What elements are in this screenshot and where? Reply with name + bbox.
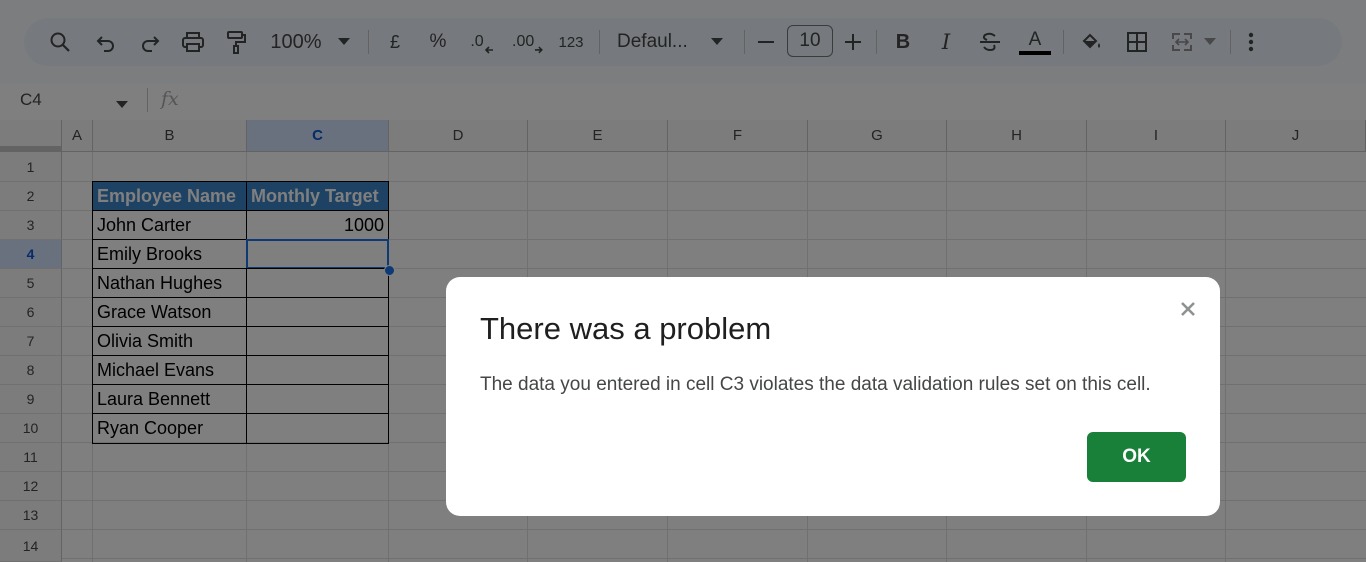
- error-dialog: There was a problem The data you entered…: [446, 277, 1220, 516]
- ok-button[interactable]: OK: [1087, 432, 1186, 482]
- close-icon[interactable]: [1176, 297, 1200, 321]
- dialog-message: The data you entered in cell C3 violates…: [480, 374, 1151, 395]
- dialog-title: There was a problem: [480, 311, 772, 346]
